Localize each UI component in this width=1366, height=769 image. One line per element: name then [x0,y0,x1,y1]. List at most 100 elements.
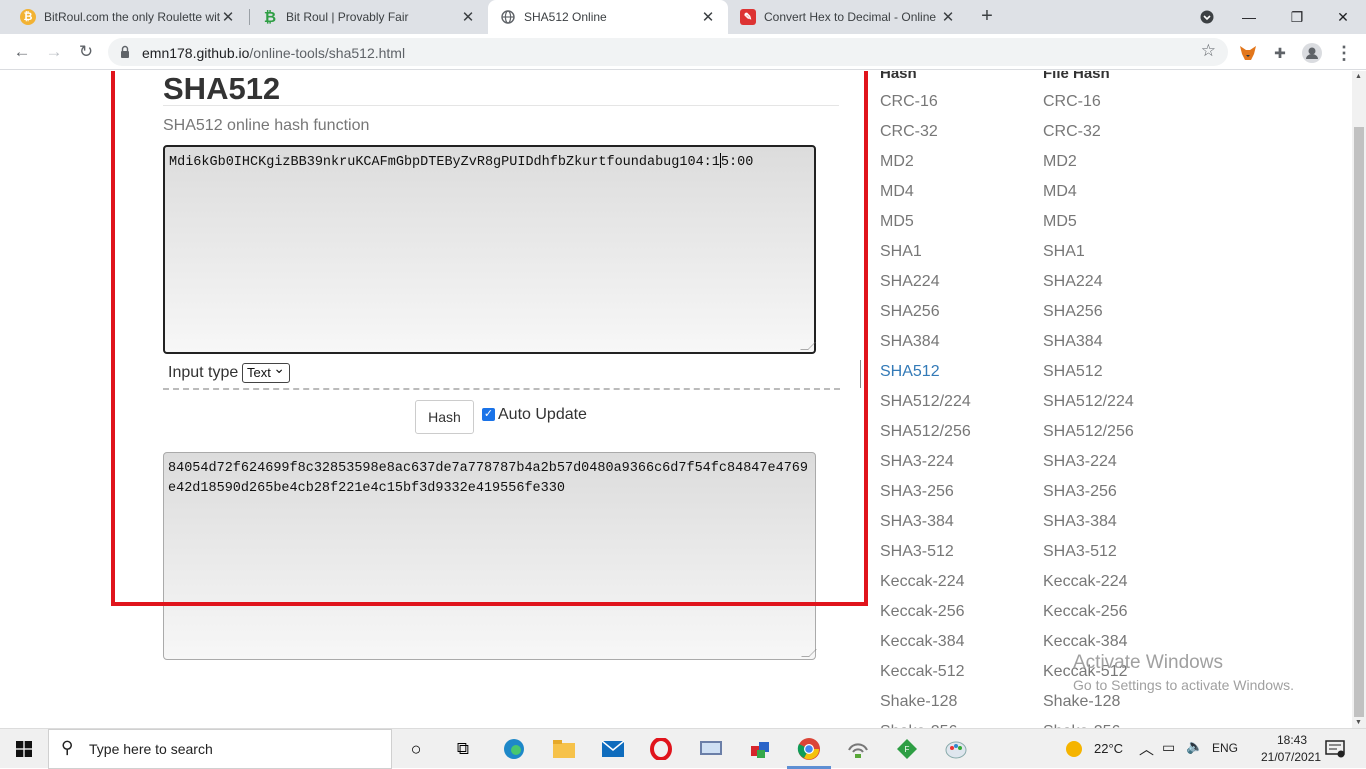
file-hash-link-crc-16[interactable]: CRC-16 [1043,93,1101,111]
tool-icon: ✎ [740,9,756,25]
profile-avatar-icon[interactable] [1301,42,1323,64]
extensions-puzzle-icon[interactable]: ✚ [1269,42,1291,64]
hash-link-shake-128[interactable]: Shake-128 [880,693,957,711]
hash-link-sha512-256[interactable]: SHA512/256 [880,423,971,441]
colored-boxes-app-icon[interactable] [745,734,775,764]
page-scrollbar[interactable]: ▲ ▼ [1352,71,1366,728]
close-window-button[interactable]: ✕ [1320,0,1366,34]
hash-link-sha3-224[interactable]: SHA3-224 [880,453,954,471]
paint-app-icon[interactable] [941,734,971,764]
task-view-icon[interactable]: ⧉ [448,734,478,764]
bookmark-star-icon[interactable]: ☆ [1201,41,1216,61]
file-hash-link-md4[interactable]: MD4 [1043,183,1077,201]
back-button[interactable]: ← [10,40,34,64]
file-hash-link-keccak-384[interactable]: Keccak-384 [1043,633,1128,651]
green-diamond-app-icon[interactable]: F [892,734,922,764]
hash-link-sha3-256[interactable]: SHA3-256 [880,483,954,501]
scrollbar-thumb[interactable] [1354,127,1364,717]
resize-handle-icon[interactable] [801,649,817,657]
hash-link-crc-16[interactable]: CRC-16 [880,93,938,111]
clock-date[interactable]: 21/07/2021 [1261,750,1321,764]
file-hash-link-sha384[interactable]: SHA384 [1043,333,1103,351]
hash-link-keccak-256[interactable]: Keccak-256 [880,603,965,621]
reload-button[interactable]: ↻ [74,40,98,64]
file-explorer-icon[interactable] [549,734,579,764]
url-path: /online-tools/sha512.html [249,45,406,61]
close-icon[interactable]: ✕ [220,8,236,26]
minimize-button[interactable]: — [1226,0,1272,34]
hash-link-sha3-512[interactable]: SHA3-512 [880,543,954,561]
hash-link-sha224[interactable]: SHA224 [880,273,940,291]
file-hash-link-sha1[interactable]: SHA1 [1043,243,1085,261]
temperature[interactable]: 22°C [1094,741,1123,756]
file-hash-link-sha512-224[interactable]: SHA512/224 [1043,393,1134,411]
hash-link-keccak-512[interactable]: Keccak-512 [880,663,965,681]
hash-link-keccak-384[interactable]: Keccak-384 [880,633,965,651]
mail-icon[interactable] [598,734,628,764]
tab-bitroul-home[interactable]: ₿ BitRoul.com the only Roulette wit ✕ [8,0,248,34]
clock-time[interactable]: 18:43 [1277,733,1307,747]
close-icon[interactable]: ✕ [700,8,716,26]
file-hash-link-sha3-256[interactable]: SHA3-256 [1043,483,1117,501]
file-hash-link-sha3-224[interactable]: SHA3-224 [1043,453,1117,471]
hash-link-sha256[interactable]: SHA256 [880,303,940,321]
new-tab-button[interactable]: + [976,5,998,29]
close-icon[interactable]: ✕ [460,8,476,26]
hash-link-md4[interactable]: MD4 [880,183,914,201]
restore-button[interactable]: ❐ [1274,0,1320,34]
file-hash-link-sha3-512[interactable]: SHA3-512 [1043,543,1117,561]
tab-bitroul-provably-fair[interactable]: ₿ Bit Roul | Provably Fair ✕ [250,0,488,34]
red-highlight-box [111,71,868,606]
svg-text:F: F [905,745,910,754]
notifications-icon[interactable] [1320,734,1350,764]
hash-link-sha512[interactable]: SHA512 [880,363,940,381]
network-app-icon[interactable] [696,734,726,764]
scroll-up-icon[interactable]: ▲ [1355,73,1362,80]
cortana-icon[interactable]: ○ [401,734,431,764]
address-bar[interactable]: emn178.github.io/online-tools/sha512.htm… [108,38,1228,66]
chrome-icon[interactable] [794,734,824,764]
file-hash-link-sha3-384[interactable]: SHA3-384 [1043,513,1117,531]
wifi-app-icon[interactable] [843,734,873,764]
file-hash-link-md5[interactable]: MD5 [1043,213,1077,231]
hash-link-sha1[interactable]: SHA1 [880,243,922,261]
speaker-muted-icon[interactable]: 🔈 [1186,738,1203,755]
file-hash-link-md2[interactable]: MD2 [1043,153,1077,171]
file-hash-link-crc-32[interactable]: CRC-32 [1043,123,1101,141]
tab-search-icon[interactable] [1184,0,1230,34]
forward-button[interactable]: → [42,40,66,64]
file-hash-link-sha512-256[interactable]: SHA512/256 [1043,423,1134,441]
hash-link-crc-32[interactable]: CRC-32 [880,123,938,141]
file-hash-link-keccak-256[interactable]: Keccak-256 [1043,603,1128,621]
hash-link-md2[interactable]: MD2 [880,153,914,171]
file-hash-link-keccak-224[interactable]: Keccak-224 [1043,573,1128,591]
tab-title: Bit Roul | Provably Fair [286,10,409,24]
hash-link-sha3-384[interactable]: SHA3-384 [880,513,954,531]
hash-link-md5[interactable]: MD5 [880,213,914,231]
tab-hex-to-decimal[interactable]: ✎ Convert Hex to Decimal - Online ✕ [728,0,968,34]
file-hash-link-sha224[interactable]: SHA224 [1043,273,1103,291]
show-hidden-icons-icon[interactable]: ︿ [1139,738,1154,759]
language-indicator[interactable]: ENG [1212,741,1238,755]
tab-title: BitRoul.com the only Roulette wit [44,10,220,24]
metamask-fox-icon[interactable] [1237,42,1259,64]
file-hash-link-sha256[interactable]: SHA256 [1043,303,1103,321]
weather-sun-icon[interactable] [1059,734,1089,764]
bitcoin-coin-icon: ₿ [20,9,36,25]
hash-link-sha384[interactable]: SHA384 [880,333,940,351]
edge-icon[interactable] [499,734,529,764]
file-hash-link-sha512[interactable]: SHA512 [1043,363,1103,381]
search-icon: ⚲ [61,738,74,757]
chrome-menu-icon[interactable]: ⋮ [1333,42,1355,64]
file-hash-link-shake-128[interactable]: Shake-128 [1043,693,1120,711]
windows-start-icon[interactable] [9,734,39,764]
opera-icon[interactable] [646,734,676,764]
battery-icon[interactable]: ▭ [1162,739,1175,756]
hash-link-sha512-224[interactable]: SHA512/224 [880,393,971,411]
tab-title: Convert Hex to Decimal - Online [764,10,937,24]
taskbar-search-box[interactable]: ⚲ Type here to search [48,729,392,769]
scroll-down-icon[interactable]: ▼ [1355,719,1362,726]
tab-sha512-online[interactable]: SHA512 Online ✕ [488,0,728,34]
hash-link-keccak-224[interactable]: Keccak-224 [880,573,965,591]
close-icon[interactable]: ✕ [940,8,956,26]
